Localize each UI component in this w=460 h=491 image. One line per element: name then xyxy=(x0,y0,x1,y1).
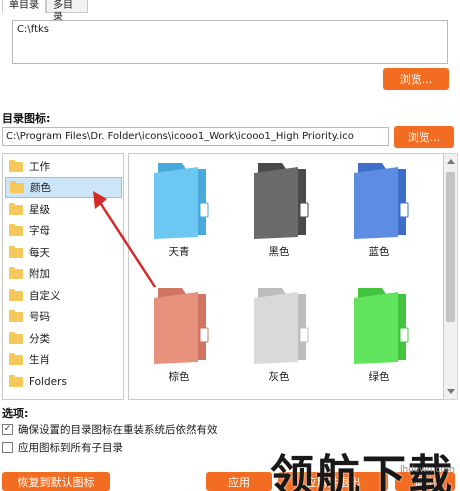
icon-label: 黑色 xyxy=(268,246,290,258)
apply-button[interactable]: 应用 xyxy=(206,472,272,491)
folder-black-icon xyxy=(254,163,309,239)
folder-icon xyxy=(9,374,23,387)
watermark-url: lhdown.com xyxy=(400,465,455,475)
directory-path-text: C:\ftks xyxy=(17,24,49,35)
scroll-thumb[interactable] xyxy=(446,172,455,322)
category-item-folders[interactable]: Folders xyxy=(5,371,122,392)
icon-label: 蓝色 xyxy=(368,246,390,258)
category-label: 星级 xyxy=(29,204,50,216)
category-label: 附加 xyxy=(29,268,50,280)
icon-section-label: 目录图标: xyxy=(2,112,51,125)
annotation-arrow-icon xyxy=(93,191,157,288)
folder-icon xyxy=(9,245,23,258)
category-label: 自定义 xyxy=(29,290,61,302)
category-label: 每天 xyxy=(29,247,50,259)
options-label: 选项: xyxy=(2,407,29,420)
folder-icon xyxy=(9,223,23,236)
folder-icon xyxy=(10,180,24,193)
icon-option-brown[interactable]: 棕色 xyxy=(134,281,224,396)
icon-label: 绿色 xyxy=(368,371,390,383)
directory-path-box[interactable]: C:\ftks xyxy=(12,20,448,64)
folder-icon xyxy=(9,309,23,322)
category-label: 字母 xyxy=(29,225,50,237)
browse-icon-button[interactable]: 浏览... xyxy=(394,126,454,148)
folder-gray-icon xyxy=(254,288,309,364)
scroll-down-icon[interactable] xyxy=(447,389,455,394)
folder-brown-icon xyxy=(154,288,209,364)
folder-icon xyxy=(9,202,23,215)
category-label: 号码 xyxy=(29,311,50,323)
folder-icon xyxy=(9,288,23,301)
icon-path-text: C:\Program Files\Dr. Folder\icons\icooo1… xyxy=(6,131,354,142)
folder-icon xyxy=(9,331,23,344)
category-label: 分类 xyxy=(29,333,50,345)
icon-grid[interactable]: 天青 黑色 蓝色 棕色 灰色 绿色 xyxy=(128,153,444,400)
apply-subdirs-checkbox[interactable] xyxy=(2,442,13,453)
apply-subdirs-label: 应用图标到所有子目录 xyxy=(18,442,123,454)
keep-icon-label: 确保设置的目录图标在重装系统后依然有效 xyxy=(18,424,218,436)
folder-green-icon xyxy=(354,288,409,364)
folder-icon xyxy=(9,266,23,279)
icon-option-gray[interactable]: 灰色 xyxy=(234,281,324,396)
icon-option-green[interactable]: 绿色 xyxy=(334,281,424,396)
icon-option-blue[interactable]: 蓝色 xyxy=(334,156,424,271)
folder-icon xyxy=(9,159,23,172)
icon-label: 棕色 xyxy=(168,371,190,383)
category-item-numbers[interactable]: 号码 xyxy=(5,306,122,327)
tab-single-dir[interactable]: 单目录 xyxy=(2,0,46,13)
category-item-classify[interactable]: 分类 xyxy=(5,328,122,349)
keep-icon-checkbox[interactable]: ✓ xyxy=(2,424,13,435)
icon-label: 灰色 xyxy=(268,371,290,383)
category-label: Folders xyxy=(29,375,67,388)
tab-multi-dir[interactable]: 多目录 xyxy=(46,0,88,23)
icon-grid-scrollbar[interactable] xyxy=(444,153,458,400)
category-item-zodiac[interactable]: 生肖 xyxy=(5,349,122,370)
category-label: 生肖 xyxy=(29,354,50,366)
icon-option-black[interactable]: 黑色 xyxy=(234,156,324,271)
folder-blue-icon xyxy=(354,163,409,239)
icon-path-field[interactable]: C:\Program Files\Dr. Folder\icons\icooo1… xyxy=(2,127,389,146)
scroll-up-icon[interactable] xyxy=(447,159,455,164)
browse-dir-button[interactable]: 浏览... xyxy=(383,68,449,90)
category-label: 工作 xyxy=(29,161,50,173)
restore-default-button[interactable]: 恢复到默认图标 xyxy=(2,472,110,491)
folder-icon xyxy=(9,352,23,365)
option-apply-subdirs-row[interactable]: 应用图标到所有子目录 xyxy=(2,440,123,455)
category-label: 颜色 xyxy=(30,182,51,194)
option-keep-icon-row[interactable]: ✓ 确保设置的目录图标在重装系统后依然有效 xyxy=(2,422,218,437)
category-item-work[interactable]: 工作 xyxy=(5,156,122,177)
